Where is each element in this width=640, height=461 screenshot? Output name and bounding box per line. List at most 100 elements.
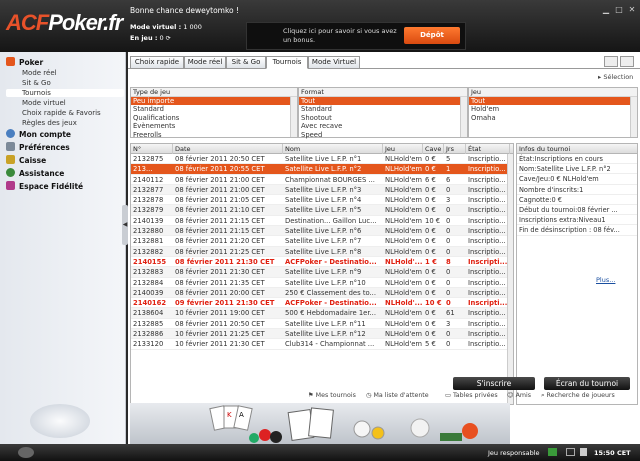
jeu-responsable-link[interactable]: Jeu responsable — [488, 449, 540, 457]
en-jeu-label: En jeu : — [130, 34, 158, 42]
filter-option[interactable]: Avec recave — [299, 122, 467, 130]
cell-jrs: 0 — [446, 268, 451, 277]
filter-option[interactable]: Hold'em — [469, 105, 637, 113]
table-row[interactable]: 2132881 08 février 2011 21:20 CET Satellit… — [131, 236, 513, 247]
filter-option[interactable]: Standard — [299, 105, 467, 113]
cell-jrs: 0 — [446, 237, 451, 246]
cell-nom: Satellite Live L.F.P. n°7 — [285, 237, 362, 246]
depot-button[interactable]: Dépôt — [404, 27, 460, 44]
tables-privees-link[interactable]: ▭ Tables privées — [445, 392, 498, 399]
table-row[interactable]: 2132886 10 février 2011 21:25 CET Satellit… — [131, 329, 513, 340]
maximize-icon[interactable]: □ — [613, 5, 625, 15]
selection-toggle[interactable]: ▸ Sélection — [598, 73, 633, 81]
table-row[interactable]: 2132884 08 février 2011 21:35 CET Satellit… — [131, 278, 513, 288]
tab-sit-go[interactable]: Sit & Go — [226, 56, 266, 69]
table-row[interactable]: 2140139 08 février 2011 21:15 CET Destinat… — [131, 216, 513, 227]
filter-option[interactable]: Évènements — [131, 122, 297, 130]
amis-link[interactable]: ☺ Amis — [507, 392, 531, 399]
cell-jeu: NLHold'em — [385, 155, 423, 163]
table-row[interactable]: 2140162 09 février 2011 21:30 CET ACFPoker… — [131, 298, 513, 309]
col-header-num[interactable]: N° — [131, 144, 173, 154]
info-line: Cagnotte:0 € — [517, 195, 637, 205]
table-row[interactable]: 2132875 08 février 2011 20:50 CET Satellit… — [131, 154, 513, 165]
cell-nom: Satellite Live L.F.P. n°12 — [285, 330, 366, 339]
cell-cave: 0 € — [425, 288, 436, 297]
sidebar: Poker Mode réel Sit & Go Tournois Mode v… — [0, 52, 126, 444]
col-header-jrs[interactable]: Jrs — [444, 144, 466, 154]
filter-scrollbar[interactable] — [630, 97, 637, 137]
table-row[interactable]: 2140112 08 février 2011 21:00 CET Champion… — [131, 175, 513, 185]
cell-cave: 0 € — [425, 185, 436, 194]
ecran-tournoi-button[interactable]: Écran du tournoi — [544, 377, 630, 390]
close-icon[interactable]: ✕ — [626, 5, 638, 15]
col-header-etat[interactable]: État — [466, 144, 510, 154]
filter-option[interactable]: Speed — [299, 131, 467, 139]
sidebar-item-tournois[interactable]: Tournois — [6, 89, 124, 97]
acfpoker-logo[interactable]: ACFPoker.fr — [6, 10, 123, 36]
col-header-cave[interactable]: Cave — [423, 144, 444, 154]
tab-tournois[interactable]: Tournois — [266, 56, 308, 69]
sidebar-section-mon-compte[interactable]: Mon compte — [6, 129, 71, 139]
filter-option[interactable]: Standard — [131, 105, 297, 113]
sidebar-section-espace-fidelite[interactable]: Espace Fidélité — [6, 181, 83, 191]
filter-option[interactable]: Peu importe — [131, 97, 297, 106]
filter-option[interactable]: Omaha — [469, 114, 637, 122]
cell-jeu: NLHold'em — [385, 185, 423, 194]
cell-date: 08 février 2011 21:20 CET — [175, 237, 265, 246]
cell-cave: 10 € — [425, 216, 441, 225]
table-row[interactable]: 2132880 08 février 2011 21:15 CET Satellit… — [131, 226, 513, 237]
tab-choix-rapide[interactable]: Choix rapide — [130, 56, 184, 69]
grid-view-icon[interactable] — [620, 56, 634, 67]
cell-cave: 0 € — [425, 319, 436, 328]
more-info-link[interactable]: Plus... — [596, 276, 615, 284]
filter-option[interactable]: Tout — [469, 97, 637, 106]
filter-option[interactable]: Freerolls — [131, 131, 297, 139]
list-view-icon[interactable] — [604, 56, 618, 67]
table-row[interactable]: 2132877 08 février 2011 21:00 CET Satellit… — [131, 184, 513, 196]
cell-etat: Inscriptio... — [468, 175, 506, 184]
table-row[interactable]: 2132879 08 février 2011 21:10 CET Satellit… — [131, 205, 513, 216]
filter-scrollbar[interactable] — [460, 97, 467, 137]
table-row[interactable]: 213... 08 février 2011 20:55 CET Satellite… — [131, 164, 513, 175]
svg-text:A: A — [239, 411, 244, 419]
table-row[interactable]: 2133120 10 février 2011 21:30 CET Club314 … — [131, 339, 513, 350]
sidebar-section-caisse[interactable]: Caisse — [6, 155, 46, 165]
table-row[interactable]: 2140039 08 février 2011 20:00 CET 250 € Cl… — [131, 287, 513, 299]
table-row[interactable]: 2132878 08 février 2011 21:05 CET Satellit… — [131, 195, 513, 206]
sidebar-item-choix-rapide[interactable]: Choix rapide & Favoris — [22, 109, 101, 117]
col-header-date[interactable]: Date — [173, 144, 283, 154]
cell-date: 08 février 2011 21:05 CET — [175, 196, 265, 205]
sidebar-section-preferences[interactable]: Préférences — [6, 142, 70, 152]
minimize-icon[interactable]: ▁ — [600, 5, 612, 15]
games-banner[interactable]: K A — [130, 403, 510, 444]
cell-date: 08 février 2011 20:50 CET — [175, 155, 265, 163]
table-row[interactable]: 2132883 08 février 2011 21:30 CET Satellit… — [131, 267, 513, 278]
recherche-joueurs-link[interactable]: ⌕ Recherche de joueurs — [541, 392, 615, 400]
refresh-icon[interactable]: ⟳ — [166, 35, 171, 42]
tab-mode-virtuel[interactable]: Mode Virtuel — [308, 56, 360, 69]
filter-scrollbar[interactable] — [290, 97, 297, 137]
inscrire-button[interactable]: S'inscrire — [453, 377, 535, 390]
table-row[interactable]: 2132885 08 février 2011 20:50 CET Satellit… — [131, 319, 513, 330]
sidebar-item-mode-reel[interactable]: Mode réel — [22, 69, 57, 77]
table-scrollbar[interactable] — [507, 154, 513, 404]
liste-attente-link[interactable]: ◷ Ma liste d'attente — [366, 392, 429, 399]
filter-option[interactable]: Tout — [299, 97, 467, 106]
table-row[interactable]: 2140155 08 février 2011 21:30 CET ACFPoker… — [131, 257, 513, 268]
sidebar-section-assistance[interactable]: Assistance — [6, 168, 64, 178]
cell-etat: Inscriptio... — [468, 268, 506, 277]
col-header-jeu[interactable]: Jeu — [383, 144, 423, 154]
cell-jeu: NLHold'em — [385, 268, 423, 277]
sidebar-item-sit-go[interactable]: Sit & Go — [22, 79, 51, 87]
col-header-nom[interactable]: Nom — [283, 144, 383, 154]
sidebar-section-poker[interactable]: Poker — [6, 57, 43, 67]
mes-tournois-link[interactable]: ⚑ Mes tournois — [308, 392, 356, 399]
table-row[interactable]: 2138604 10 février 2011 19:00 CET 500 € He… — [131, 308, 513, 319]
sidebar-item-mode-virtuel[interactable]: Mode virtuel — [22, 99, 66, 107]
tab-mode-reel[interactable]: Mode réel — [184, 56, 226, 69]
filter-option[interactable]: Shootout — [299, 114, 467, 122]
filter-option[interactable]: Qualifications — [131, 114, 297, 122]
table-row[interactable]: 2132882 08 février 2011 21:25 CET Satellit… — [131, 246, 513, 257]
cell-jeu: NLHold'em — [385, 330, 423, 339]
sidebar-item-regles[interactable]: Règles des jeux — [22, 119, 77, 127]
